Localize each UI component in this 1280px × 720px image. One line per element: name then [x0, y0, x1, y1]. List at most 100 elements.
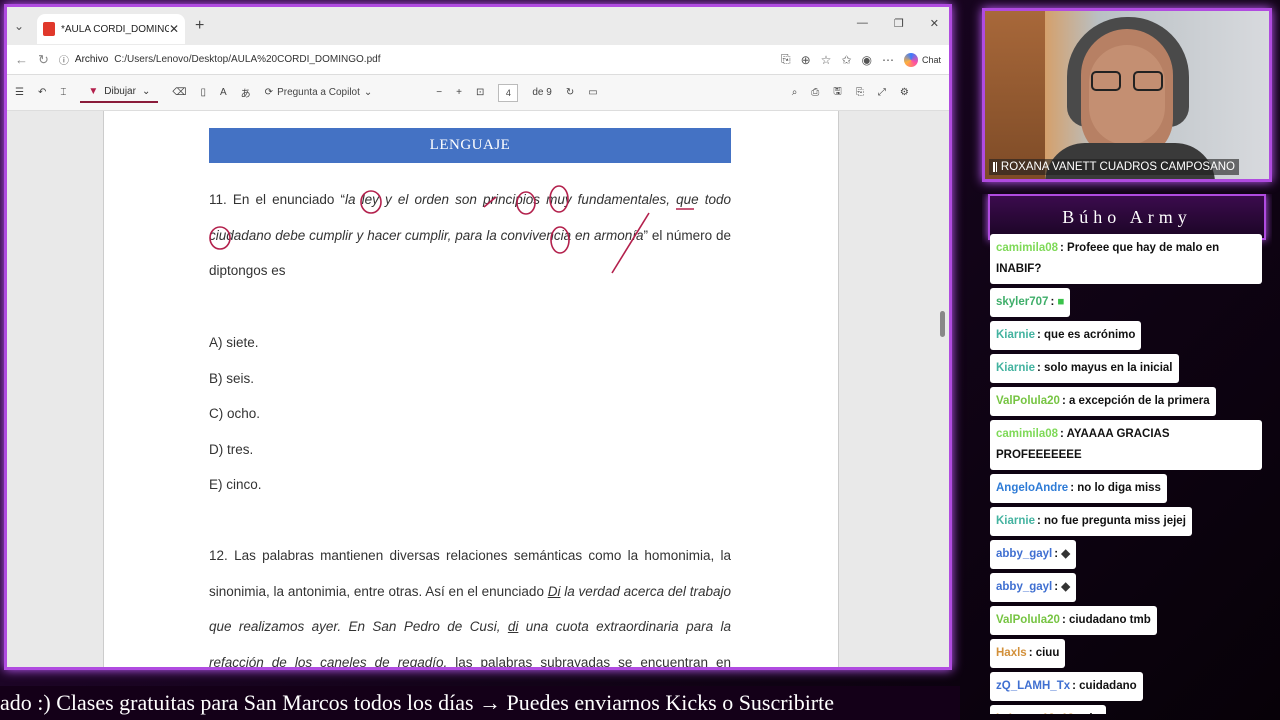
presenter-glasses	[1091, 71, 1163, 91]
chat-username[interactable]: abby_gayl	[996, 548, 1052, 560]
profile-icon[interactable]: ◉	[862, 53, 872, 67]
chat-username[interactable]: camimila08	[996, 428, 1058, 440]
chat-message-row: abby_gayl: ◆	[990, 540, 1270, 573]
fullscreen-icon[interactable]: ⤢	[878, 87, 886, 98]
page-total: de 9	[532, 87, 552, 98]
rotate-icon[interactable]: ↻	[566, 87, 574, 98]
background-shelf	[985, 11, 1045, 179]
scrollbar-thumb[interactable]	[940, 311, 945, 337]
translate-icon[interactable]: あ	[241, 85, 251, 100]
underlined-word: di	[507, 619, 519, 634]
info-icon: ⓘ	[58, 56, 69, 67]
chat-message-row: abby_gayl: ◆	[990, 573, 1270, 606]
address-path: C:/Users/Lenovo/Desktop/AULA%20CORDI_DOM…	[114, 54, 381, 65]
read-aloud-icon[interactable]: ⎘	[781, 52, 791, 67]
fit-page-icon[interactable]: ⊡	[476, 87, 484, 98]
chat-text: : ciuu	[1028, 647, 1060, 659]
chat-username[interactable]: Kiarnie	[996, 515, 1035, 527]
erase-icon[interactable]: ⌫	[172, 87, 186, 98]
chat-messages: camimila08: Profeee que hay de malo en I…	[990, 234, 1270, 714]
chat-username[interactable]: abby_gayl	[996, 581, 1052, 593]
chat-username[interactable]: camimila08	[996, 242, 1058, 254]
chat-message: Kiarnie: no fue pregunta miss jejej	[990, 507, 1192, 536]
chat-username[interactable]: AngeloAndre	[996, 482, 1068, 494]
back-icon[interactable]: ←	[15, 52, 28, 67]
chat-text: : no fue pregunta miss jejej	[1037, 515, 1186, 527]
chat-message: AngeloAndre: no lo diga miss	[990, 474, 1167, 503]
pdf-page: LENGUAJE 11. En el enunciado “la ley y e…	[103, 111, 839, 667]
underlined-word: Di	[547, 583, 561, 599]
chat-username[interactable]: skyler707	[996, 296, 1048, 308]
chat-username[interactable]: ValPolula20	[996, 395, 1060, 407]
ask-copilot-button[interactable]: ⟳ Pregunta a Copilot ⌄	[265, 87, 373, 98]
chat-text: : cuidadano	[1072, 680, 1137, 692]
chat-message-row: AngeloAndre: no lo diga miss	[990, 474, 1270, 507]
zoom-out-icon[interactable]: −	[436, 87, 442, 98]
chat-message: ValPolula20: ciudadano tmb	[990, 606, 1157, 635]
more-icon[interactable]: ⋯	[882, 53, 894, 67]
favorite-star-icon[interactable]: ☆	[821, 53, 832, 67]
chat-message: ValPolula20: a excepción de la primera	[990, 387, 1216, 416]
tab-actions-chevron-icon[interactable]: ⌄	[7, 19, 31, 33]
page-view-icon[interactable]: ▭	[588, 87, 597, 98]
page-number-input[interactable]: 4	[498, 83, 519, 102]
chat-message: Haxls: ciuu	[990, 639, 1066, 668]
chat-message: abby_gayl: ◆	[990, 573, 1077, 602]
address-source: Archivo	[74, 54, 109, 65]
chat-text: : ciu	[1076, 713, 1100, 714]
settings-gear-icon[interactable]: ⚙	[900, 87, 909, 98]
presenter-name: ROXANA VANETT CUADROS CAMPOSANO	[1000, 161, 1235, 173]
text-icon[interactable]: A	[220, 87, 227, 98]
save-as-icon[interactable]: ⎘	[856, 87, 864, 98]
save-icon[interactable]: 🖫	[833, 84, 842, 101]
zoom-icon[interactable]: ⊕	[801, 53, 811, 67]
search-icon[interactable]: ⌕	[792, 87, 798, 98]
zoom-in-icon[interactable]: +	[456, 87, 462, 98]
signal-bars-icon	[993, 162, 997, 172]
view-icon[interactable]: ▯	[200, 87, 206, 98]
pdf-tab[interactable]: *AULA CORDI_DOMINGO.pdf ✕	[37, 14, 185, 44]
option-b: B) seis.	[209, 371, 255, 386]
chat-message-row: skyler707: ■	[990, 288, 1270, 321]
refresh-icon[interactable]: ↻	[38, 52, 49, 68]
chat-username[interactable]: Haxls	[996, 647, 1027, 659]
restore-icon[interactable]: ❐	[894, 17, 904, 30]
chat-message: ItzLucas12_18: ciu	[990, 705, 1106, 714]
draw-button[interactable]: ▼ Dibujar ⌄	[80, 82, 159, 103]
question-number: 11.	[209, 192, 227, 207]
address-bar[interactable]: ⓘ Archivo C:/Users/Lenovo/Desktop/AULA%2…	[59, 52, 771, 67]
contents-icon[interactable]: ☰	[15, 87, 24, 98]
chat-message-row: camimila08: AYAAAA GRACIAS PROFEEEEEEE	[990, 420, 1270, 474]
address-actions: ⎘ ⊕ ☆ ✩ ◉ ⋯ Chat	[781, 52, 941, 67]
chat-message-row: Kiarnie: solo mayus en la inicial	[990, 354, 1270, 387]
close-tab-icon[interactable]: ✕	[169, 22, 179, 36]
copilot-chat-button[interactable]: Chat	[903, 52, 941, 67]
chat-username[interactable]: Kiarnie	[996, 362, 1035, 374]
stream-layout: ⌄ *AULA CORDI_DOMINGO.pdf ✕ + — ❐ ✕ ← ↻ …	[0, 0, 1280, 720]
chat-username[interactable]: zQ_LAMH_Tx	[996, 680, 1070, 692]
undo-icon[interactable]: ↶	[38, 87, 46, 98]
chat-message: skyler707: ■	[990, 288, 1071, 317]
option-a: A) siete.	[209, 335, 259, 350]
presenter-name-tag: ROXANA VANETT CUADROS CAMPOSANO	[989, 159, 1239, 175]
option-e: E) cinco.	[209, 477, 262, 492]
close-window-icon[interactable]: ✕	[930, 17, 939, 30]
chat-message-row: Kiarnie: no fue pregunta miss jejej	[990, 507, 1270, 540]
chat-text: : ciudadano tmb	[1061, 614, 1151, 626]
chat-message-row: ValPolula20: ciudadano tmb	[990, 606, 1270, 639]
chat-username[interactable]: ItzLucas12_18	[996, 713, 1074, 714]
chat-label: Chat	[921, 54, 941, 65]
minimize-icon[interactable]: —	[857, 17, 868, 30]
section-banner: LENGUAJE	[209, 128, 731, 163]
pdf-toolbar: ☰ ↶ ⌶ ▼ Dibujar ⌄ ⌫ ▯ A あ ⟳ Pregunta a C…	[7, 75, 949, 111]
favorites-icon[interactable]: ✩	[841, 53, 851, 67]
copilot-icon	[903, 52, 918, 67]
print-icon[interactable]: ⎙	[811, 87, 819, 98]
chat-message: camimila08: AYAAAA GRACIAS PROFEEEEEEE	[990, 420, 1262, 470]
chat-username[interactable]: Kiarnie	[996, 329, 1035, 341]
highlight-icon[interactable]: ⌶	[60, 87, 66, 98]
address-bar-row: ← ↻ ⓘ Archivo C:/Users/Lenovo/Desktop/AU…	[7, 45, 949, 75]
chat-username[interactable]: ValPolula20	[996, 614, 1060, 626]
chat-message: abby_gayl: ◆	[990, 540, 1077, 569]
new-tab-icon[interactable]: +	[195, 17, 204, 35]
